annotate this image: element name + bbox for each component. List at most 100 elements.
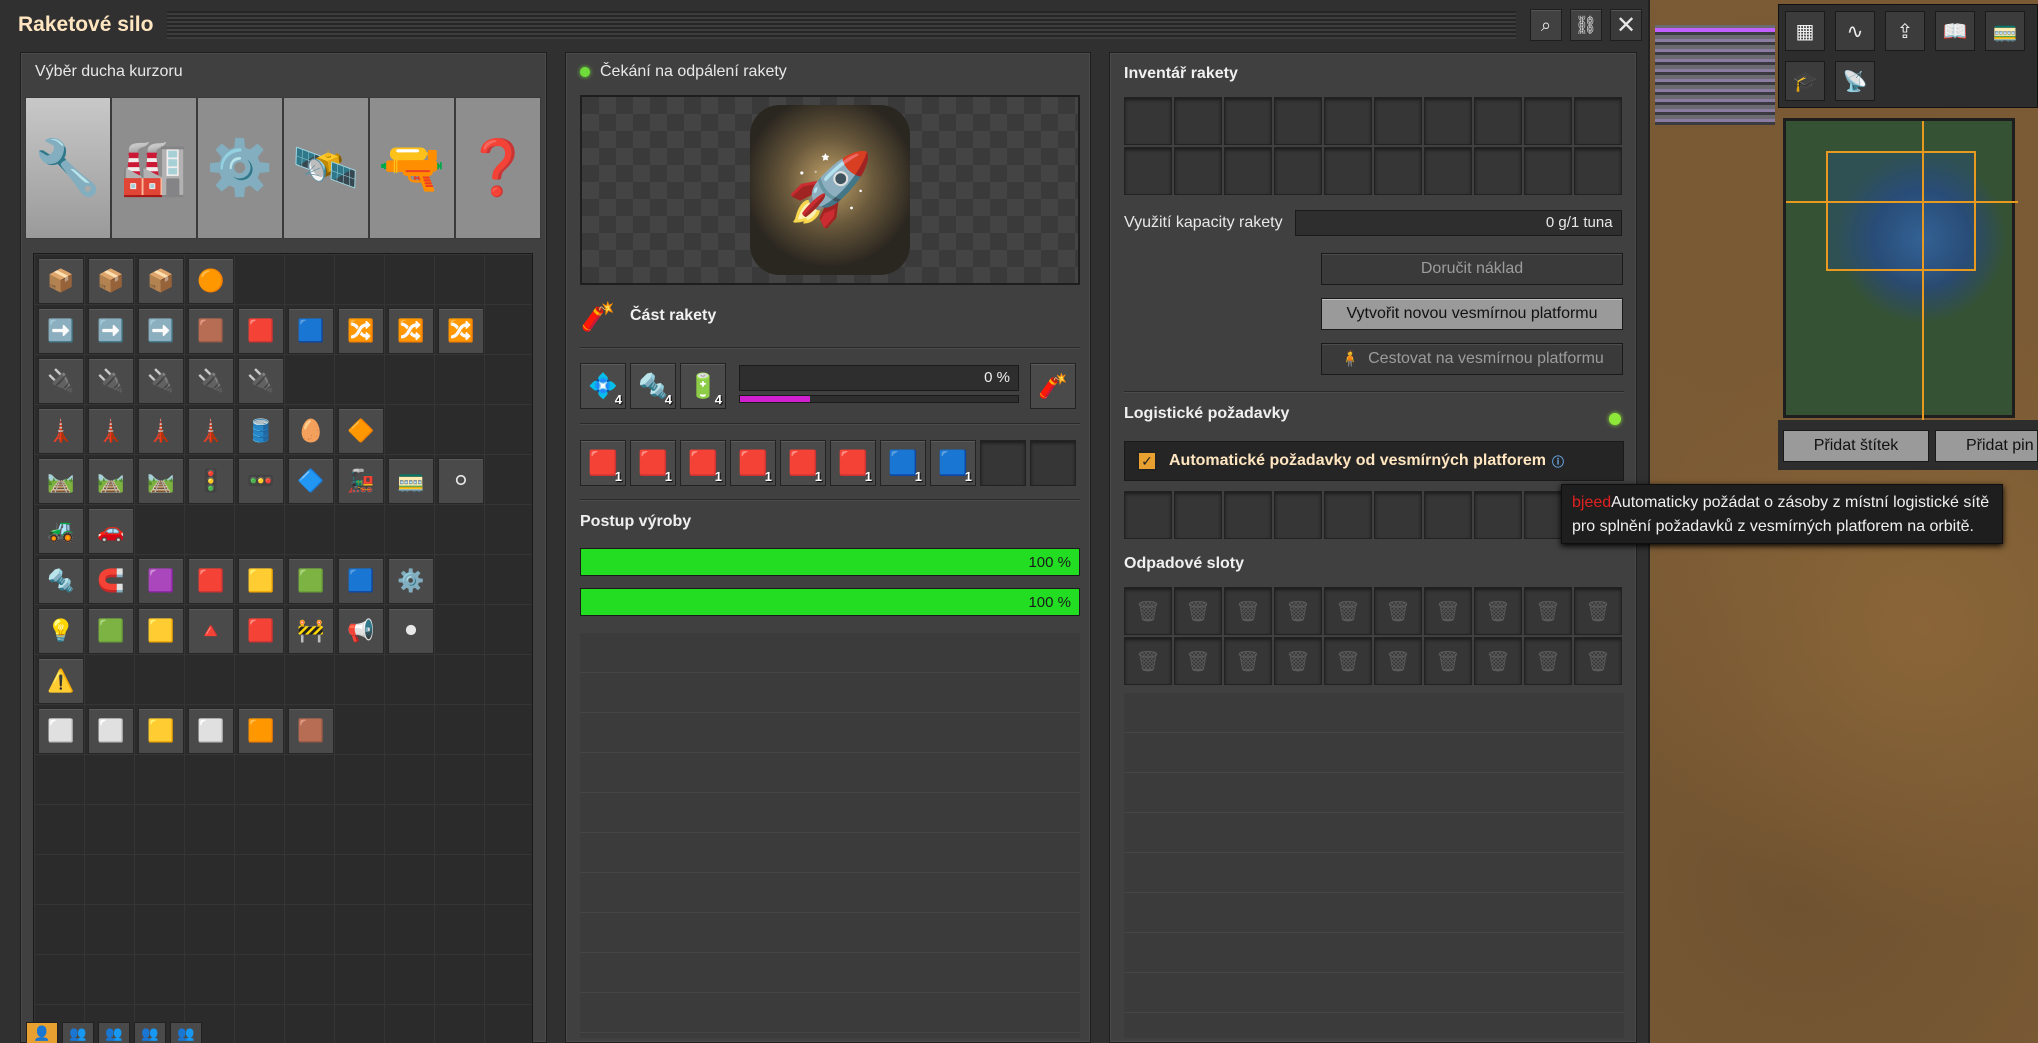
item-slot[interactable]: 🟨 (138, 708, 184, 754)
item-slot[interactable]: ⚪ (438, 458, 484, 504)
rocket-inventory-slot[interactable] (1524, 97, 1572, 145)
ingredient-slot[interactable]: 🔋 4 (680, 363, 726, 409)
item-slot[interactable]: 🗼 (88, 408, 134, 454)
item-slot[interactable]: 🧲 (88, 558, 134, 604)
item-slot[interactable]: ➡️ (138, 308, 184, 354)
research-icon[interactable]: 🎓 (1785, 61, 1825, 101)
item-slot[interactable]: 📢 (338, 608, 384, 654)
rocket-inventory-slot[interactable] (1524, 147, 1572, 195)
item-slot[interactable]: 🟧 (238, 708, 284, 754)
item-slot[interactable]: 🛢️ (238, 408, 284, 454)
item-slot[interactable]: 📦 (88, 258, 134, 304)
travel-to-platform-button[interactable]: 🧍 Cestovat na vesmírnou platformu (1321, 343, 1623, 375)
rocket-inventory-slot[interactable] (1224, 147, 1272, 195)
rocket-inventory-slot[interactable] (1424, 147, 1472, 195)
module-slot[interactable]: 🟦 1 (930, 440, 976, 486)
upload-icon[interactable]: ⇪ (1885, 11, 1925, 51)
rocket-inventory-slot[interactable] (1174, 147, 1222, 195)
statistics-icon[interactable]: ∿ (1835, 11, 1875, 51)
item-slot[interactable]: 🟫 (188, 308, 234, 354)
trash-slot[interactable]: 🗑 (1174, 587, 1222, 635)
auto-requests-checkbox[interactable]: ✓ (1137, 451, 1157, 471)
item-slot[interactable]: 🚦 (188, 458, 234, 504)
logistics-network-icon[interactable]: 📡 (1835, 61, 1875, 101)
trash-slot[interactable]: 🗑 (1524, 637, 1572, 685)
item-slot[interactable]: 🔩 (38, 558, 84, 604)
item-slot[interactable]: ⚫ (388, 608, 434, 654)
item-slot[interactable]: 🔌 (88, 358, 134, 404)
item-slot[interactable]: 🛤️ (138, 458, 184, 504)
item-slot[interactable]: 🚃 (388, 458, 434, 504)
trash-slot[interactable]: 🗑 (1374, 587, 1422, 635)
player-tab[interactable]: 👥 (98, 1022, 130, 1043)
item-slot[interactable]: 🔺 (188, 608, 234, 654)
item-slot[interactable]: ➡️ (88, 308, 134, 354)
item-slot[interactable]: 🚧 (288, 608, 334, 654)
item-group-tab[interactable]: ❓ (455, 97, 541, 239)
module-slot[interactable]: 🟥 1 (830, 440, 876, 486)
item-slot[interactable]: 🟫 (288, 708, 334, 754)
trash-slot[interactable]: 🗑 (1174, 637, 1222, 685)
rocket-inventory-slot[interactable] (1224, 97, 1272, 145)
ingredient-slot[interactable]: 🔩 4 (630, 363, 676, 409)
rocket-inventory-slot[interactable] (1174, 97, 1222, 145)
module-slot[interactable]: 🟥 1 (630, 440, 676, 486)
item-slot[interactable]: 🔷 (288, 458, 334, 504)
rocket-inventory-slot[interactable] (1474, 97, 1522, 145)
request-slot[interactable] (1424, 491, 1472, 539)
request-slot[interactable] (1474, 491, 1522, 539)
rocket-inventory-slot[interactable] (1324, 97, 1372, 145)
info-icon[interactable]: ⓘ (1552, 453, 1564, 470)
item-slot[interactable]: 🛤️ (88, 458, 134, 504)
item-slot[interactable]: 🟨 (238, 558, 284, 604)
item-group-tab[interactable]: 🏭 (111, 97, 197, 239)
player-tab[interactable]: 👥 (170, 1022, 202, 1043)
item-slot[interactable]: 🟨 (138, 608, 184, 654)
rocket-inventory-slot[interactable] (1374, 147, 1422, 195)
rocket-inventory-slot[interactable] (1274, 147, 1322, 195)
module-slot[interactable]: 🟥 1 (680, 440, 726, 486)
item-slot[interactable]: 🚂 (338, 458, 384, 504)
item-slot[interactable]: 🟦 (338, 558, 384, 604)
recipe-row[interactable]: 🧨 Část rakety (580, 298, 717, 334)
request-slot[interactable] (1274, 491, 1322, 539)
item-slot[interactable]: 🥚 (288, 408, 334, 454)
trash-slot[interactable]: 🗑 (1424, 637, 1472, 685)
module-slot[interactable]: 🟥 1 (730, 440, 776, 486)
item-slot[interactable]: ➡️ (38, 308, 84, 354)
rocket-inventory-slot[interactable] (1424, 97, 1472, 145)
ingredient-slot[interactable]: 💠 4 (580, 363, 626, 409)
factoriopedia-icon[interactable]: 📖 (1935, 11, 1975, 51)
item-slot[interactable]: ⬜ (188, 708, 234, 754)
player-tab[interactable]: 👥 (62, 1022, 94, 1043)
rocket-inventory-slot[interactable] (1124, 147, 1172, 195)
player-tab[interactable]: 👤 (26, 1022, 58, 1043)
empty-module-slot[interactable] (980, 440, 1026, 486)
output-slot[interactable]: 🧨 (1030, 363, 1076, 409)
trash-slot[interactable]: 🗑 (1524, 587, 1572, 635)
item-slot[interactable]: 🔌 (188, 358, 234, 404)
item-slot[interactable]: 🔀 (338, 308, 384, 354)
item-group-tab[interactable]: ⚙️ (197, 97, 283, 239)
item-slot[interactable]: 🔌 (38, 358, 84, 404)
item-slot[interactable]: 🟪 (138, 558, 184, 604)
minimap[interactable] (1783, 118, 2018, 421)
trash-slot[interactable]: 🗑 (1224, 587, 1272, 635)
map-view-icon[interactable]: ▦ (1785, 11, 1825, 51)
item-group-tab[interactable]: 🔧 (25, 97, 111, 239)
module-slot[interactable]: 🟥 1 (780, 440, 826, 486)
item-slot[interactable]: 🟥 (238, 608, 284, 654)
request-slot[interactable] (1324, 491, 1372, 539)
item-slot[interactable]: ⬜ (88, 708, 134, 754)
close-icon[interactable]: ✕ (1610, 9, 1642, 41)
item-slot[interactable]: 🚥 (238, 458, 284, 504)
rocket-inventory-slot[interactable] (1274, 97, 1322, 145)
trash-slot[interactable]: 🗑 (1574, 587, 1622, 635)
add-tag-button[interactable]: Přidat štítek (1783, 430, 1929, 462)
item-slot[interactable]: 🔌 (138, 358, 184, 404)
rocket-inventory-slot[interactable] (1124, 97, 1172, 145)
item-slot[interactable]: 📦 (138, 258, 184, 304)
trash-slot[interactable]: 🗑 (1324, 587, 1372, 635)
item-slot[interactable]: 🟩 (288, 558, 334, 604)
trash-slot[interactable]: 🗑 (1374, 637, 1422, 685)
